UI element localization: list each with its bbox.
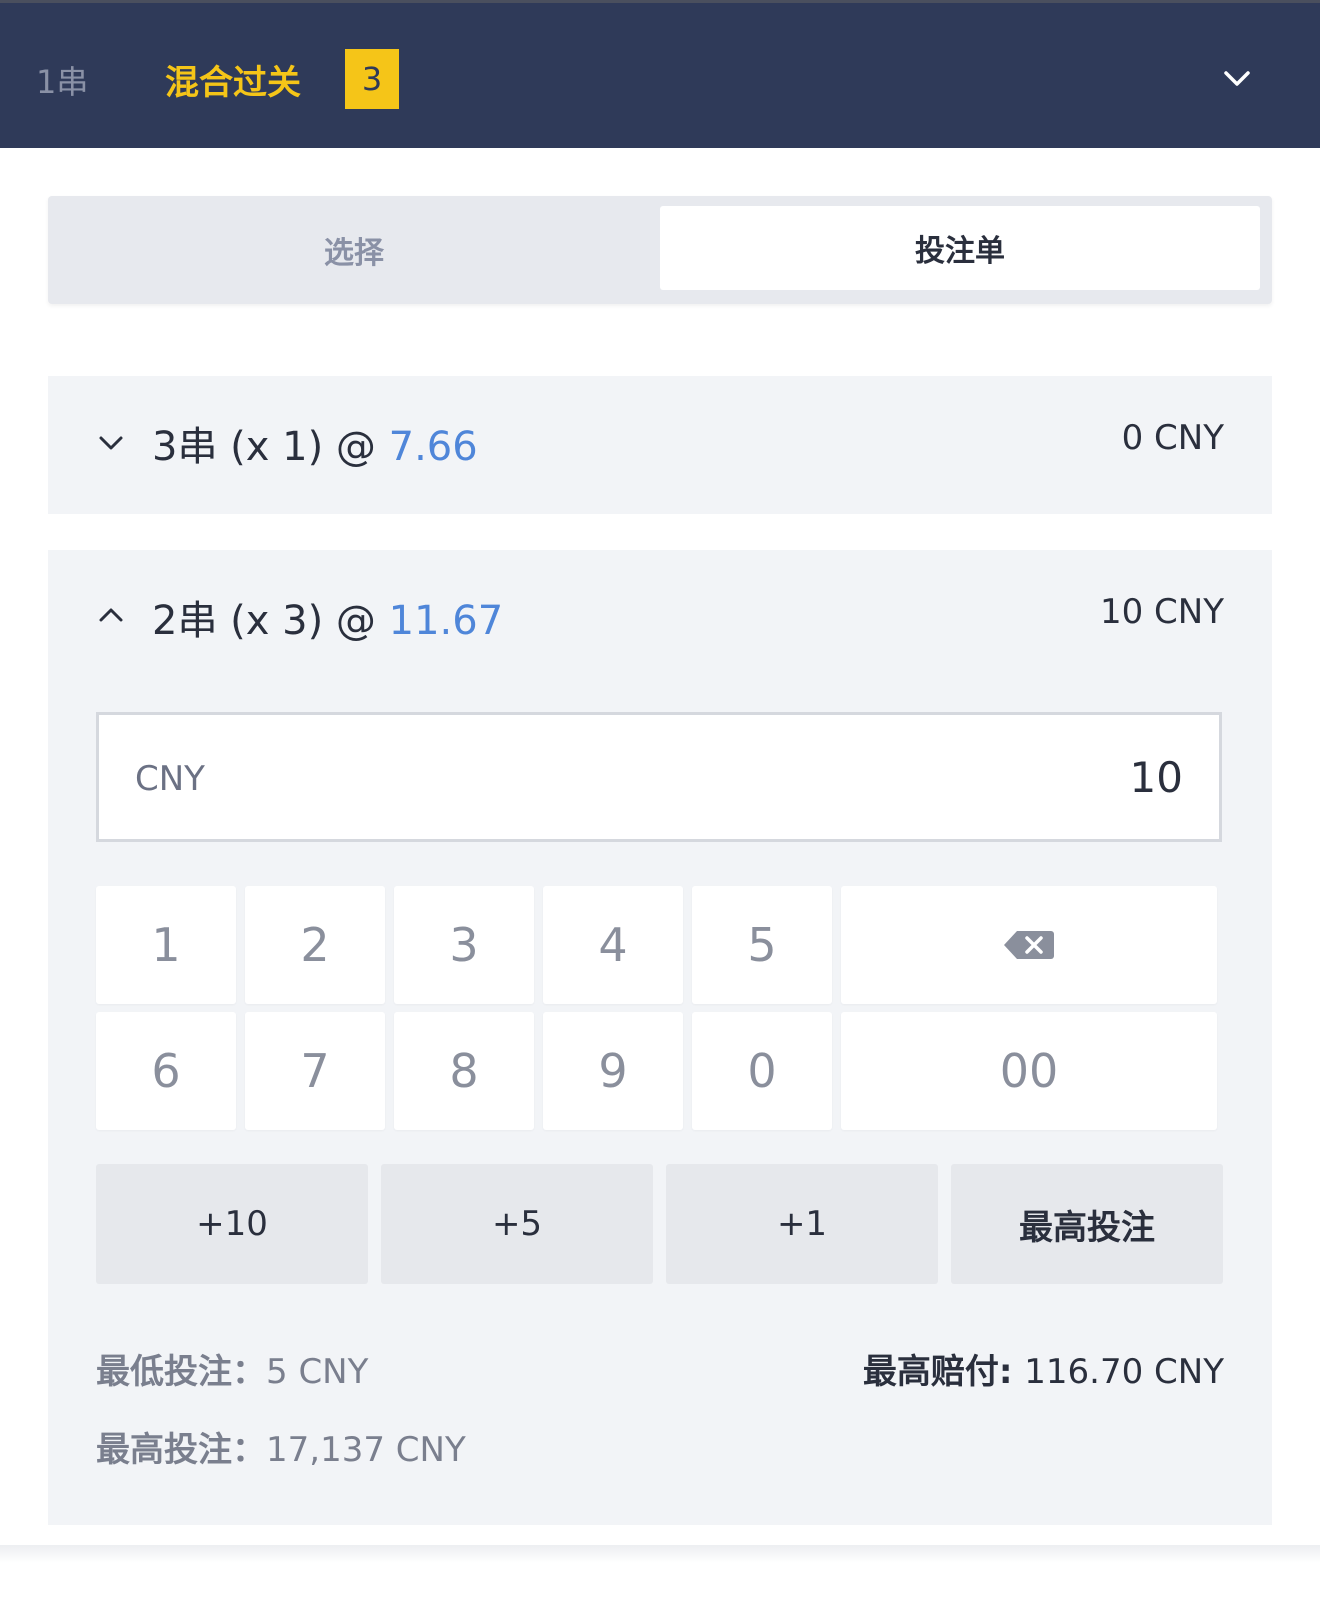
key-00[interactable]: 00 xyxy=(841,1012,1217,1130)
quick-add-10-button[interactable]: +10 xyxy=(96,1164,368,1284)
max-bet-value: 17,137 CNY xyxy=(266,1430,466,1470)
segmented-control: 选择 投注单 xyxy=(48,196,1272,304)
divider xyxy=(0,1545,1320,1563)
key-6[interactable]: 6 xyxy=(96,1012,236,1130)
quick-add-1-button[interactable]: +1 xyxy=(666,1164,938,1284)
bet-odds: 7.66 xyxy=(388,424,478,470)
max-bet-button[interactable]: 最高投注 xyxy=(951,1164,1223,1284)
chevron-down-icon[interactable] xyxy=(98,434,124,452)
backspace-button[interactable] xyxy=(841,886,1217,1004)
parlay-count-badge: 3 xyxy=(345,49,399,109)
key-5[interactable]: 5 xyxy=(692,886,832,1004)
backspace-icon xyxy=(1004,931,1054,959)
stake-input[interactable]: CNY 10 xyxy=(96,712,1222,842)
chevron-up-icon[interactable] xyxy=(98,606,124,624)
key-8[interactable]: 8 xyxy=(394,1012,534,1130)
key-9[interactable]: 9 xyxy=(543,1012,683,1130)
bet-type: 3串 (x 1) @ xyxy=(152,424,389,470)
max-bet-info: 最高投注：17,137 CNY xyxy=(96,1422,466,1471)
chevron-down-icon[interactable] xyxy=(1222,69,1252,89)
min-bet-label: 最低投注： xyxy=(96,1352,266,1392)
bet-row-expanded: 2串 (x 3) @ 11.67 10 CNY CNY 10 1 2 3 4 5… xyxy=(48,550,1272,1525)
bet-odds: 11.67 xyxy=(388,598,504,644)
max-payout-value: 116.70 CNY xyxy=(1024,1352,1224,1392)
bet-type: 2串 (x 3) @ xyxy=(152,598,389,644)
max-payout-label: 最高赔付: xyxy=(862,1352,1025,1392)
max-bet-label: 最高投注： xyxy=(96,1430,266,1470)
key-2[interactable]: 2 xyxy=(245,886,385,1004)
tab-betslip[interactable]: 投注单 xyxy=(660,206,1260,290)
stake-value: 10 xyxy=(1129,753,1183,802)
min-bet-info: 最低投注：5 CNY xyxy=(96,1344,368,1393)
parlay-header: 1串 混合过关 3 xyxy=(0,0,1320,148)
tab-parlay[interactable]: 混合过关 xyxy=(165,55,301,104)
stake-currency: CNY xyxy=(135,759,205,799)
key-1[interactable]: 1 xyxy=(96,886,236,1004)
bet-title: 2串 (x 3) @ 11.67 xyxy=(152,588,503,646)
tab-selection[interactable]: 选择 xyxy=(48,196,660,304)
bet-row-collapsed[interactable]: 3串 (x 1) @ 7.66 0 CNY xyxy=(48,376,1272,514)
bet-amount: 10 CNY xyxy=(1099,592,1224,632)
key-3[interactable]: 3 xyxy=(394,886,534,1004)
tab-single[interactable]: 1串 xyxy=(36,57,88,103)
key-7[interactable]: 7 xyxy=(245,1012,385,1130)
key-4[interactable]: 4 xyxy=(543,886,683,1004)
key-0[interactable]: 0 xyxy=(692,1012,832,1130)
quick-add-5-button[interactable]: +5 xyxy=(381,1164,653,1284)
bet-amount: 0 CNY xyxy=(1121,418,1224,458)
max-payout-info: 最高赔付: 116.70 CNY xyxy=(863,1344,1224,1393)
bet-title: 3串 (x 1) @ 7.66 xyxy=(152,414,478,472)
min-bet-value: 5 CNY xyxy=(266,1352,369,1392)
